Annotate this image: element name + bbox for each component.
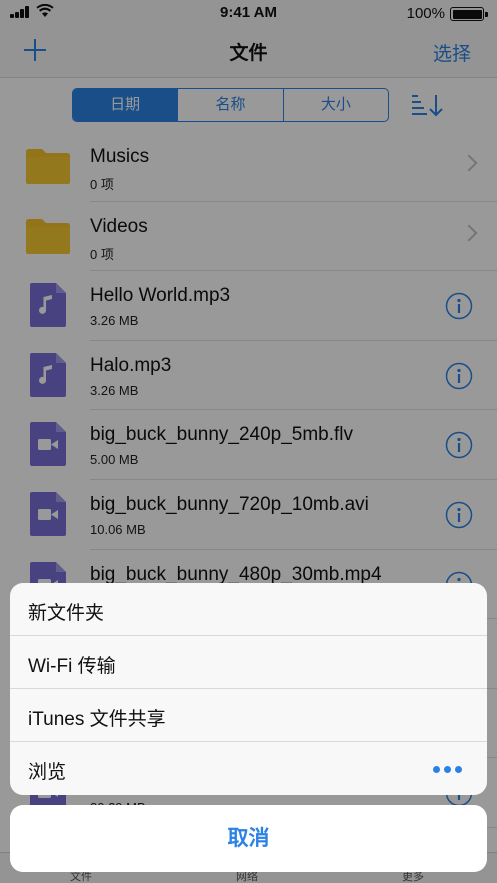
- action-wifi-transfer[interactable]: Wi-Fi 传输: [10, 636, 487, 689]
- action-itunes-sharing[interactable]: iTunes 文件共享: [10, 689, 487, 742]
- cancel-label: 取消: [227, 827, 270, 850]
- action-browse[interactable]: 浏览: [10, 742, 487, 795]
- action-new-folder[interactable]: 新文件夹: [10, 583, 487, 636]
- action-label: 新文件夹: [28, 603, 105, 624]
- more-dots-icon: [433, 766, 463, 774]
- action-label: 浏览: [28, 762, 67, 783]
- cancel-button[interactable]: 取消: [10, 805, 487, 872]
- action-sheet: 新文件夹 Wi-Fi 传输 iTunes 文件共享 浏览: [10, 583, 487, 795]
- action-label: Wi-Fi 传输: [28, 656, 116, 677]
- action-label: iTunes 文件共享: [28, 709, 166, 730]
